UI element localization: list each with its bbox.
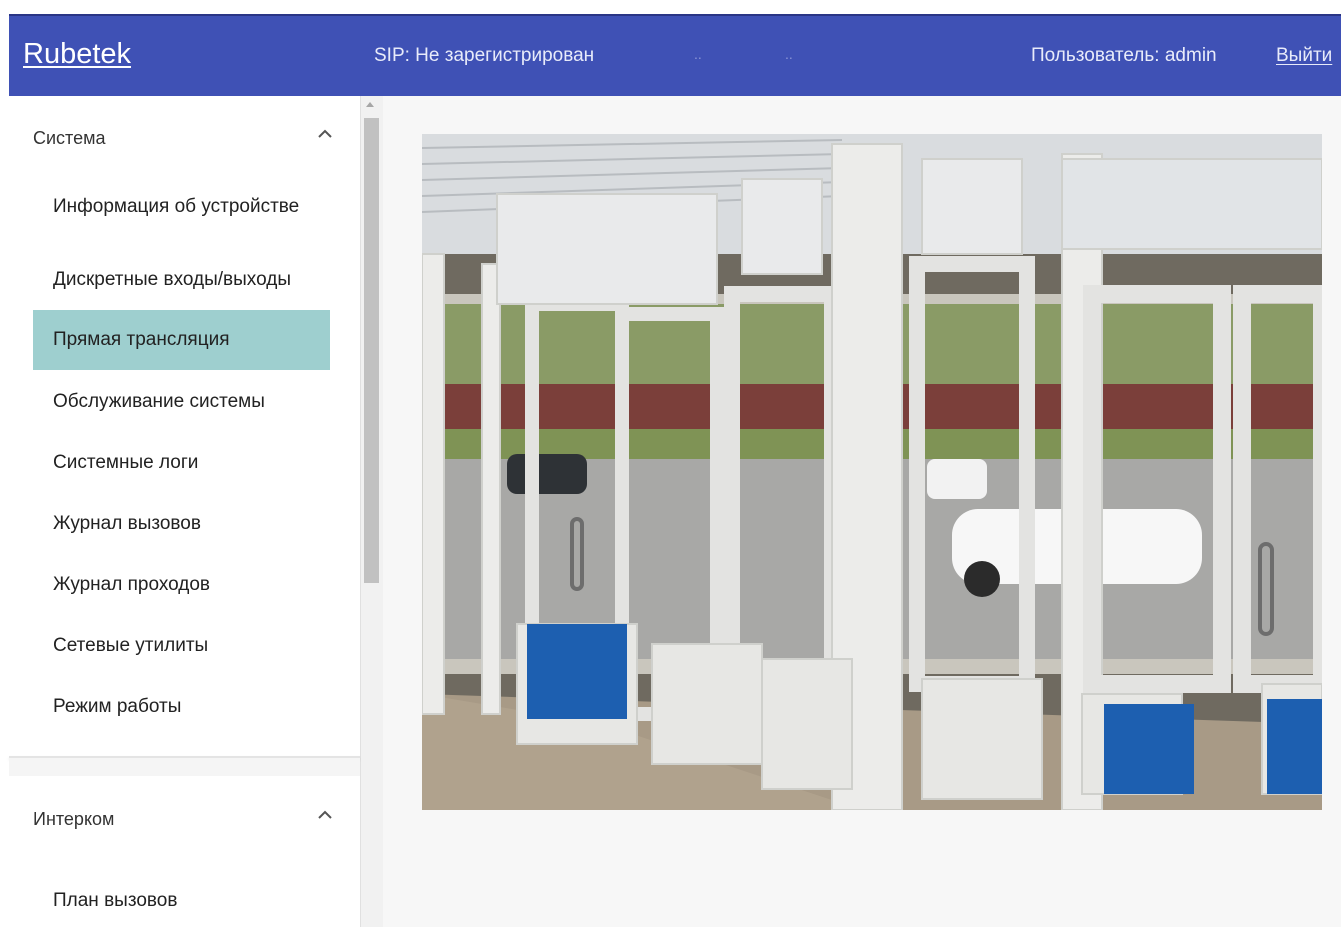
sidebar-item-live-stream[interactable]: Прямая трансляция (33, 310, 330, 370)
logo-link[interactable]: Rubetek (23, 38, 131, 71)
status-dots-1: .. (694, 46, 702, 62)
sidebar-item-device-info[interactable]: Информация об устройстве (33, 194, 330, 246)
chevron-up-icon[interactable] (313, 122, 337, 146)
sidebar-item-operating-mode[interactable]: Режим работы (33, 694, 330, 719)
sidebar-item-discrete-io[interactable]: Дискретные входы/выходы (33, 267, 330, 292)
sidebar-item-network-utils[interactable]: Сетевые утилиты (33, 633, 330, 658)
top-bar: Rubetek SIP: Не зарегистрирован .. .. По… (9, 14, 1341, 96)
main-content (383, 96, 1341, 927)
sidebar-item-call-plan[interactable]: План вызовов (33, 888, 330, 913)
sip-status: SIP: Не зарегистрирован (374, 45, 595, 66)
logout-link[interactable]: Выйти (1276, 45, 1332, 67)
sidebar-item-system-logs[interactable]: Системные логи (33, 450, 330, 475)
live-video-feed (422, 134, 1322, 810)
sidebar: Система Информация об устройстве Дискрет… (9, 96, 361, 927)
window-frame-left (0, 14, 9, 927)
window-frame-top (0, 0, 1341, 14)
chevron-up-icon[interactable] (313, 803, 337, 827)
sidebar-item-access-log[interactable]: Журнал проходов (33, 572, 330, 597)
scrollbar-thumb[interactable] (364, 118, 379, 583)
sidebar-item-maintenance[interactable]: Обслуживание системы (33, 389, 330, 414)
arrow-up-icon[interactable] (366, 102, 374, 107)
section-gap (9, 758, 360, 776)
current-user: Пользователь: admin (1031, 45, 1217, 66)
section-title-intercom[interactable]: Интерком (33, 809, 114, 830)
sidebar-item-call-log[interactable]: Журнал вызовов (33, 511, 330, 536)
sidebar-scrollbar[interactable] (361, 96, 383, 927)
camera-image (422, 134, 1322, 810)
section-title-system[interactable]: Система (33, 128, 106, 149)
status-dots-2: .. (785, 46, 793, 62)
